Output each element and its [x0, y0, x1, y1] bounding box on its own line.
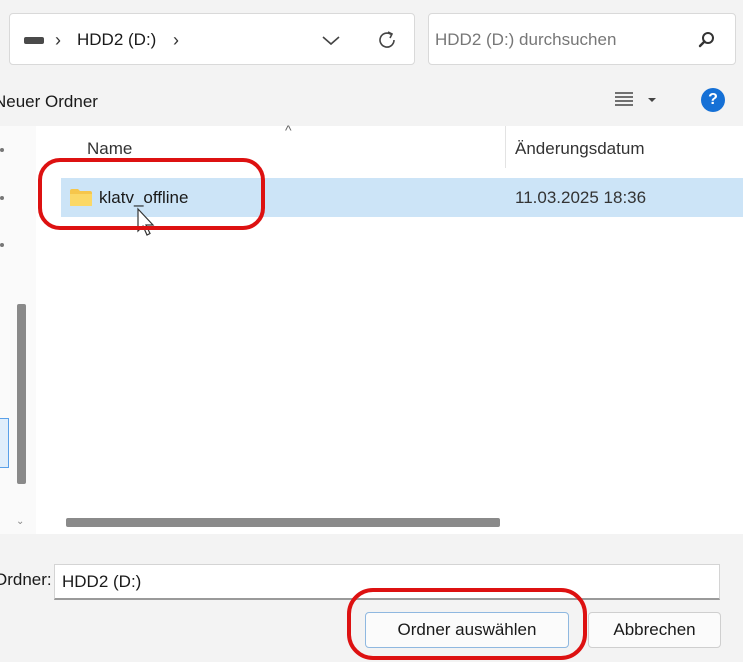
folder-field[interactable] — [54, 564, 720, 600]
breadcrumb-separator[interactable]: › — [55, 28, 61, 52]
search-box[interactable]: HDD2 (D:) durchsuchen — [428, 13, 736, 65]
chevron-down-icon[interactable] — [646, 94, 658, 106]
horizontal-scrollbar[interactable] — [66, 518, 500, 527]
select-folder-button[interactable]: Ordner auswählen — [365, 612, 569, 648]
column-header-modified[interactable]: Änderungsdatum — [515, 139, 644, 159]
cancel-button[interactable]: Abbrechen — [588, 612, 721, 648]
file-modified: 11.03.2025 18:36 — [515, 188, 647, 207]
search-input[interactable]: HDD2 (D:) durchsuchen — [435, 30, 616, 50]
folder-icon — [70, 189, 92, 206]
file-list: ^ Name Änderungsdatum klatv_offline 11.0… — [36, 122, 743, 534]
column-divider[interactable] — [505, 126, 506, 168]
navigation-pane: ⌄ — [0, 126, 36, 534]
address-bar[interactable]: › HDD2 (D:) › — [9, 13, 415, 65]
scroll-down-icon[interactable]: ⌄ — [16, 516, 24, 527]
nav-expander-icon[interactable] — [0, 148, 4, 152]
file-name: klatv_offline — [99, 188, 189, 207]
nav-selected-item[interactable] — [0, 418, 9, 468]
search-icon[interactable] — [696, 29, 718, 51]
new-folder-button[interactable]: Neuer Ordner — [0, 92, 98, 112]
view-options-icon[interactable] — [613, 89, 635, 111]
toolbar: Neuer Ordner ? — [0, 78, 743, 126]
nav-expander-icon[interactable] — [0, 243, 4, 247]
help-icon[interactable]: ? — [701, 88, 725, 112]
nav-expander-icon[interactable] — [0, 196, 4, 200]
nav-scrollbar[interactable] — [17, 304, 26, 484]
table-row[interactable]: klatv_offline 11.03.2025 18:36 — [61, 178, 743, 217]
sort-ascending-icon: ^ — [285, 122, 292, 138]
chevron-down-icon[interactable] — [319, 28, 343, 52]
breadcrumb-separator[interactable]: › — [173, 28, 179, 52]
refresh-icon[interactable] — [374, 27, 400, 53]
folder-label: Ordner: — [0, 570, 52, 589]
column-header-name[interactable]: Name — [87, 139, 132, 159]
breadcrumb-drive[interactable]: HDD2 (D:) — [77, 29, 156, 51]
drive-icon — [24, 37, 44, 44]
cursor-icon — [137, 207, 155, 236]
